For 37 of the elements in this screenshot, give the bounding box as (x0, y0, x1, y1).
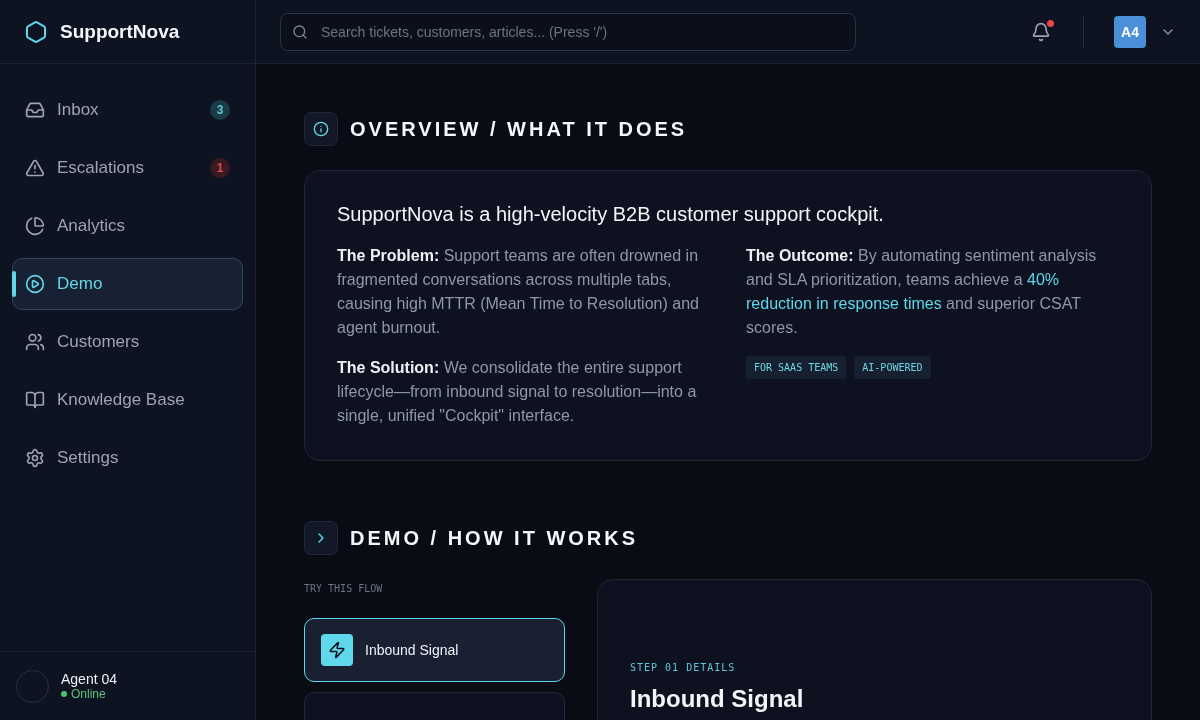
pie-chart-icon (25, 216, 45, 236)
users-icon (25, 332, 45, 352)
section-title: DEMO / HOW IT WORKS (350, 526, 639, 550)
play-icon (25, 274, 45, 294)
sidebar-item[interactable]: Analytics (12, 200, 243, 252)
sidebar-item[interactable]: Demo (12, 258, 243, 310)
count-badge: 3 (210, 100, 230, 120)
paragraph: The Problem: Support teams are often drowned in fragmented conversations across multiple tabs, causing high MTTR (Mean Time to Resolution) and agent burnout. (337, 246, 700, 338)
tag: FOR SAAS TEAMS (746, 356, 847, 379)
user-name: Agent 04 (61, 671, 118, 687)
paragraph: The Outcome: By automating sentiment analysis and SLA prioritization, teams achieve a 40% reduction in response times and superior CSAT scores. (746, 246, 1098, 338)
lightning-icon (328, 641, 346, 659)
notifications-button[interactable] (1031, 21, 1051, 42)
user-status: Online (61, 687, 118, 701)
book-icon (25, 390, 45, 410)
headline: SupportNova is a high-velocity B2B customer support cockpit. (337, 203, 885, 226)
sidebar-item[interactable]: Settings (12, 432, 243, 484)
sidebar-item[interactable]: Knowledge Base (12, 374, 243, 426)
step-label: STEP 01 DETAILS (630, 662, 737, 673)
sidebar-item[interactable]: Customers (12, 316, 243, 368)
paragraph: The Solution: We consolidate the entire support lifecycle—from inbound signal to resolution—into a single, unified "Cockpit" interface. (337, 358, 698, 426)
flow-label: TRY THIS FLOW (304, 583, 384, 594)
brand-name: SupportNova (60, 20, 180, 43)
sidebar-item[interactable]: Escalations 1 (12, 142, 243, 194)
flow-step[interactable]: Inbound Signal (304, 618, 565, 682)
tag: AI-POWERED (854, 356, 931, 379)
hexagon-logo-icon (24, 19, 48, 44)
warning-icon (25, 158, 45, 178)
sidebar-item[interactable]: Inbox 3 (12, 84, 243, 136)
inbox-icon (25, 100, 45, 120)
search-field[interactable]: Search tickets, customers, articles... (Press '/') (280, 12, 856, 51)
settings-icon (25, 448, 45, 468)
count-badge: 1 (210, 158, 230, 178)
chevron-right-icon (304, 521, 338, 555)
step-title: Inbound Signal (630, 685, 805, 713)
info-icon (304, 112, 338, 146)
section-title: OVERVIEW / WHAT IT DOES (350, 117, 688, 141)
